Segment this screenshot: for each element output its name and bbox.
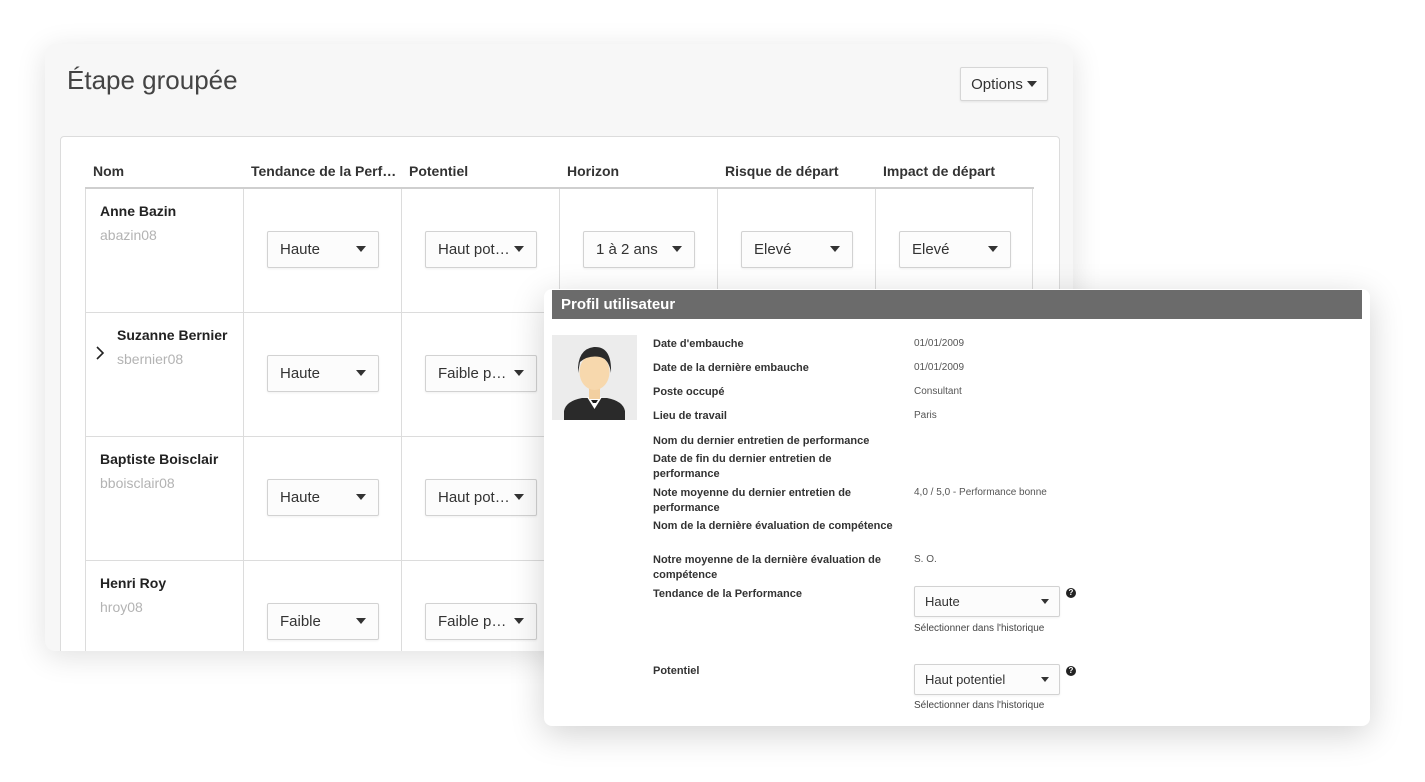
caret-down-icon bbox=[830, 246, 840, 252]
employee-username: sbernier08 bbox=[117, 351, 184, 367]
performance-trend-dropdown[interactable]: Haute bbox=[914, 586, 1060, 617]
employee-name: Anne Bazin bbox=[100, 203, 177, 219]
field-label-potentiel: Potentiel bbox=[653, 665, 700, 677]
caret-down-icon bbox=[514, 494, 524, 500]
field-value-position: Consultant bbox=[914, 386, 962, 397]
column-header-nom[interactable]: Nom bbox=[85, 155, 243, 187]
field-label-last-review-score: Note moyenne du dernier entretien de per… bbox=[653, 487, 852, 514]
name-cell: Henri Roy hroy08 bbox=[85, 561, 243, 651]
field-label-position: Poste occupé bbox=[653, 386, 725, 398]
dropdown-value: Faible potentiel bbox=[438, 613, 514, 630]
field-label-last-hire-date: Date de la dernière embauche bbox=[653, 362, 809, 374]
dropdown-value: Haut potentiel bbox=[925, 672, 1006, 687]
dropdown-value: Haute bbox=[925, 594, 960, 609]
dropdown-value: Faible potentiel bbox=[438, 365, 514, 382]
chevron-right-icon[interactable] bbox=[93, 346, 107, 360]
caret-down-icon bbox=[514, 370, 524, 376]
page-title: Étape groupée bbox=[67, 65, 238, 95]
options-label: Options bbox=[971, 75, 1023, 93]
name-cell: Anne Bazin abazin08 bbox=[85, 189, 243, 312]
help-icon[interactable]: ? bbox=[1066, 666, 1076, 676]
dropdown-value: Haute bbox=[280, 489, 321, 506]
user-profile-popup: Profil utilisateur Date d'embauche 01/01… bbox=[544, 289, 1370, 726]
potentiel-cell: Haut potentiel bbox=[401, 437, 559, 560]
field-value-last-review-score: 4,0 / 5,0 - Performance bonne bbox=[914, 487, 1047, 498]
field-label-last-competency-name: Nom de la dernière évaluation de compéte… bbox=[653, 520, 893, 532]
caret-down-icon bbox=[356, 246, 366, 252]
profile-title: Profil utilisateur bbox=[552, 290, 1362, 319]
dropdown-value: Elevé bbox=[754, 241, 792, 258]
dropdown-value: Haut potentiel bbox=[438, 241, 514, 258]
field-label-hire-date: Date d'embauche bbox=[653, 338, 744, 350]
column-header-horizon[interactable]: Horizon bbox=[559, 155, 717, 187]
field-value-hire-date: 01/01/2009 bbox=[914, 338, 965, 349]
field-label-last-review-name: Nom du dernier entretien de performance bbox=[653, 435, 870, 447]
caret-down-icon bbox=[1041, 599, 1049, 604]
performance-dropdown[interactable]: Haute bbox=[267, 479, 379, 516]
caret-down-icon bbox=[1041, 677, 1049, 682]
dropdown-value: Elevé bbox=[912, 241, 950, 258]
column-header-potentiel[interactable]: Potentiel bbox=[401, 155, 559, 187]
column-header-impact[interactable]: Impact de départ bbox=[875, 155, 1033, 187]
performance-dropdown[interactable]: Haute bbox=[267, 231, 379, 268]
field-label-last-review-end: Date de fin du dernier entretien de perf… bbox=[653, 453, 832, 480]
caret-down-icon bbox=[988, 246, 998, 252]
employee-name: Baptiste Boisclair bbox=[100, 451, 219, 467]
dropdown-value: Haute bbox=[280, 365, 321, 382]
column-header-performance[interactable]: Tendance de la Performance bbox=[243, 155, 401, 187]
performance-cell: Haute bbox=[243, 313, 401, 436]
person-avatar-icon bbox=[564, 346, 625, 420]
risque-dropdown[interactable]: Elevé bbox=[741, 231, 853, 268]
field-value-last-hire-date: 01/01/2009 bbox=[914, 362, 965, 373]
dropdown-value: Haute bbox=[280, 241, 321, 258]
performance-cell: Haute bbox=[243, 437, 401, 560]
dropdown-value: Faible bbox=[280, 613, 321, 630]
field-label-last-competency-score: Notre moyenne de la dernière évaluation … bbox=[653, 554, 882, 581]
impact-dropdown[interactable]: Elevé bbox=[899, 231, 1011, 268]
caret-down-icon bbox=[356, 494, 366, 500]
name-cell: Baptiste Boisclair bboisclair08 bbox=[85, 437, 243, 560]
field-label-performance-trend: Tendance de la Performance bbox=[653, 588, 802, 600]
caret-down-icon bbox=[672, 246, 682, 252]
employee-username: hroy08 bbox=[100, 599, 143, 615]
potentiel-dropdown[interactable]: Faible potentiel bbox=[425, 355, 537, 392]
select-from-history-link[interactable]: Sélectionner dans l'historique bbox=[914, 700, 1044, 711]
employee-username: abazin08 bbox=[100, 227, 157, 243]
help-icon[interactable]: ? bbox=[1066, 588, 1076, 598]
field-value-workplace: Paris bbox=[914, 410, 937, 421]
table-header: Nom Tendance de la Performance Potentiel… bbox=[85, 155, 1034, 189]
caret-down-icon bbox=[1026, 81, 1037, 87]
horizon-dropdown[interactable]: 1 à 2 ans bbox=[583, 231, 695, 268]
potentiel-dropdown[interactable]: Haut potentiel bbox=[914, 664, 1060, 695]
potentiel-cell: Faible potentiel bbox=[401, 561, 559, 651]
employee-username: bboisclair08 bbox=[100, 475, 175, 491]
caret-down-icon bbox=[514, 618, 524, 624]
options-button[interactable]: Options bbox=[960, 67, 1048, 101]
avatar bbox=[552, 335, 637, 420]
performance-cell: Faible bbox=[243, 561, 401, 651]
caret-down-icon bbox=[356, 618, 366, 624]
performance-dropdown[interactable]: Faible bbox=[267, 603, 379, 640]
caret-down-icon bbox=[356, 370, 366, 376]
field-label-workplace: Lieu de travail bbox=[653, 410, 727, 422]
caret-down-icon bbox=[514, 246, 524, 252]
dropdown-value: 1 à 2 ans bbox=[596, 241, 658, 258]
potentiel-cell: Haut potentiel bbox=[401, 189, 559, 312]
potentiel-dropdown[interactable]: Haut potentiel bbox=[425, 231, 537, 268]
employee-name: Henri Roy bbox=[100, 575, 167, 591]
potentiel-dropdown[interactable]: Faible potentiel bbox=[425, 603, 537, 640]
performance-dropdown[interactable]: Haute bbox=[267, 355, 379, 392]
dropdown-value: Haut potentiel bbox=[438, 489, 514, 506]
employee-name: Suzanne Bernier bbox=[117, 327, 228, 343]
performance-cell: Haute bbox=[243, 189, 401, 312]
name-cell: Suzanne Bernier sbernier08 bbox=[85, 313, 243, 436]
potentiel-dropdown[interactable]: Haut potentiel bbox=[425, 479, 537, 516]
potentiel-cell: Faible potentiel bbox=[401, 313, 559, 436]
select-from-history-link[interactable]: Sélectionner dans l'historique bbox=[914, 623, 1044, 634]
column-header-risque[interactable]: Risque de départ bbox=[717, 155, 875, 187]
field-value-last-competency-score: S. O. bbox=[914, 554, 937, 565]
